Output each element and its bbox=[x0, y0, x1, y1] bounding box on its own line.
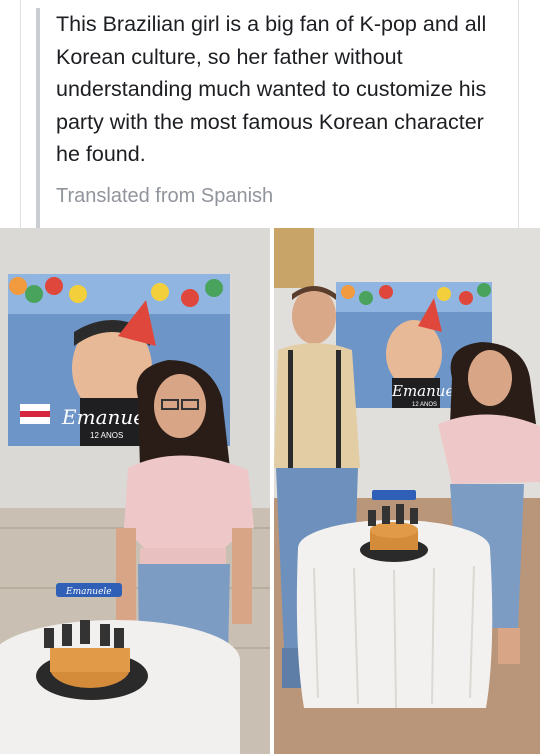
banner-name: Emanuel bbox=[61, 405, 151, 429]
card-border-right bbox=[518, 0, 519, 228]
banner-age: 12 ANOS bbox=[90, 431, 123, 440]
photo-left[interactable]: Emanuel 12 ANOS Emanuele bbox=[0, 228, 270, 754]
banner-age: 12 ANOS bbox=[412, 402, 437, 408]
card-border-left bbox=[20, 0, 21, 228]
post-card: This Brazilian girl is a big fan of K-po… bbox=[0, 0, 540, 228]
post-text: This Brazilian girl is a big fan of K-po… bbox=[56, 12, 487, 166]
photo-right[interactable]: Emanuela 12 ANOS bbox=[274, 228, 540, 754]
see-translation-link[interactable]: Translated from Spanish bbox=[56, 185, 273, 208]
cake-topper-name: Emanuele bbox=[65, 587, 112, 597]
quote-bar bbox=[36, 8, 40, 228]
